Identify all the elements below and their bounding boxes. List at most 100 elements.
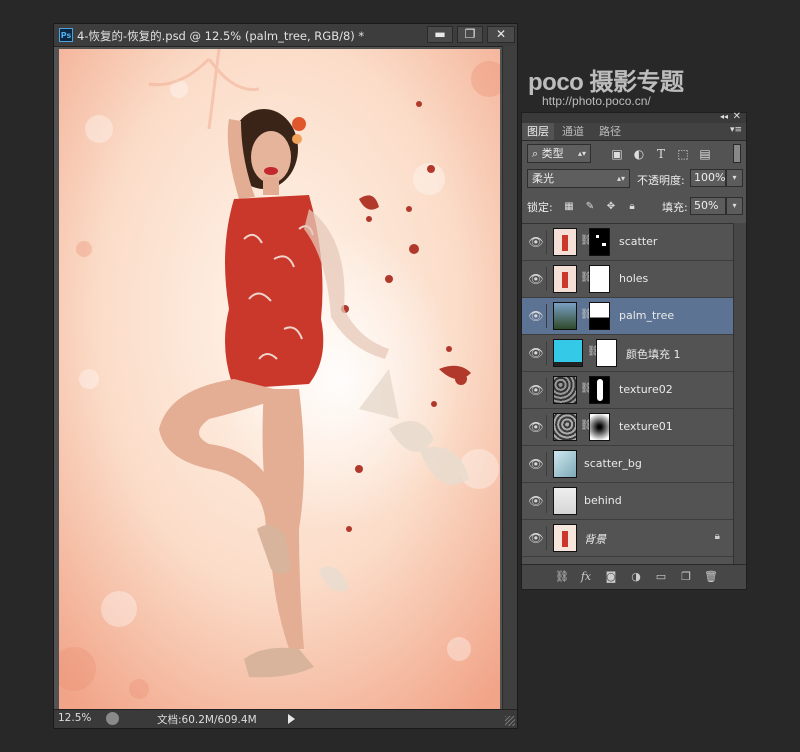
document-size-readout: 文档:60.2M/609.4M <box>157 714 257 726</box>
smart-object-filter-icon[interactable]: ▤ <box>698 147 712 161</box>
visibility-eye-icon[interactable]: 👁︎ <box>526 341 547 365</box>
fx-icon[interactable]: fx <box>579 570 593 584</box>
status-menu-arrow-icon[interactable] <box>288 714 295 724</box>
panel-menu-icon[interactable]: ▾≡ <box>730 125 742 135</box>
type-filter-icon[interactable]: T <box>654 147 668 161</box>
visibility-eye-icon[interactable]: 👁︎ <box>526 452 547 476</box>
watermark-logo: poco 摄影专题 <box>528 69 684 96</box>
tab-channels[interactable]: 通道 <box>557 123 589 140</box>
opacity-dropdown-button[interactable]: ▾ <box>726 169 743 187</box>
chain-link-icon[interactable]: ⛓︎ <box>580 309 593 321</box>
panel-tabs: 图层 通道 路径 ▾≡ <box>522 123 746 141</box>
add-mask-icon[interactable]: ◙ <box>604 570 618 584</box>
layer-name[interactable]: palm_tree <box>619 309 674 322</box>
close-button[interactable]: ✕ <box>487 26 515 43</box>
lock-all-icon[interactable]: 🔒︎ <box>626 201 638 213</box>
image-filter-icon[interactable]: ▣ <box>610 147 624 161</box>
adjustment-layer-icon[interactable]: ◑ <box>629 570 643 584</box>
layer-mask-thumbnail[interactable] <box>589 376 610 404</box>
updown-arrows-icon: ▴▾ <box>577 149 586 158</box>
resize-grip-icon[interactable] <box>505 716 515 726</box>
close-panel-icon[interactable]: ✕ <box>733 111 741 122</box>
updown-arrows-icon: ▴▾ <box>616 174 625 183</box>
chain-link-icon[interactable]: ⛓︎ <box>587 346 600 358</box>
visibility-eye-icon[interactable]: 👁︎ <box>526 526 547 550</box>
opacity-label: 不透明度: <box>637 174 685 187</box>
layer-mask-thumbnail[interactable] <box>589 302 610 330</box>
visibility-eye-icon[interactable]: 👁︎ <box>526 489 547 513</box>
filter-kind-label: 类型 <box>541 147 564 160</box>
shape-filter-icon[interactable]: ⬚ <box>676 147 690 161</box>
layer-name[interactable]: behind <box>584 494 622 507</box>
layer-mask-thumbnail[interactable] <box>589 413 610 441</box>
zoom-field[interactable]: 12.5% <box>58 711 98 726</box>
layer-name[interactable]: scatter_bg <box>584 457 642 470</box>
layer-row-scatter[interactable]: 👁︎ ⛓︎ scatter <box>522 224 734 261</box>
canvas-vertical-scrollbar[interactable] <box>502 46 517 711</box>
layer-name[interactable]: texture01 <box>619 420 673 433</box>
chain-link-icon[interactable]: ⛓︎ <box>580 235 593 247</box>
visibility-eye-icon[interactable]: 👁︎ <box>526 230 547 254</box>
visibility-eye-icon[interactable]: 👁︎ <box>526 378 547 402</box>
adjustment-filter-icon[interactable]: ◐ <box>632 147 646 161</box>
layer-row-scatter-bg[interactable]: 👁︎ scatter_bg <box>522 446 734 483</box>
layer-name[interactable]: 颜色填充 1 <box>626 346 681 362</box>
new-layer-icon[interactable]: ❐ <box>679 570 693 584</box>
layers-panel: ◂◂ ✕ 图层 通道 路径 ▾≡ ⌕ 类型 ▴▾ ▣ ◐ T ⬚ ▤ 柔光 ▴▾… <box>521 111 747 590</box>
collapse-panel-icon[interactable]: ◂◂ <box>720 112 728 121</box>
lock-label: 锁定: <box>527 201 553 214</box>
lock-position-icon[interactable]: ✥ <box>605 201 617 213</box>
fill-label: 填充: <box>662 201 688 214</box>
layer-mask-thumbnail[interactable] <box>589 228 610 256</box>
minimize-button[interactable]: ▬ <box>427 26 453 43</box>
trash-icon[interactable]: 🗑︎ <box>704 570 718 584</box>
lock-image-pixels-icon[interactable]: ✎ <box>584 201 596 213</box>
panel-footer: ⛓︎ fx ◙ ◑ ▭ ❐ 🗑︎ <box>522 564 746 589</box>
tab-paths[interactable]: 路径 <box>594 123 626 140</box>
layer-row-holes[interactable]: 👁︎ ⛓︎ holes <box>522 261 734 298</box>
layer-thumbnail <box>553 265 577 293</box>
document-canvas[interactable] <box>59 49 500 711</box>
link-layers-icon[interactable]: ⛓︎ <box>555 570 569 584</box>
blend-mode-dropdown[interactable]: 柔光 ▴▾ <box>527 169 630 188</box>
layer-thumbnail <box>553 376 577 404</box>
filter-toggle-switch[interactable] <box>733 144 741 163</box>
opacity-input[interactable]: 100% <box>690 169 726 187</box>
layer-row-texture01[interactable]: 👁︎ ⛓︎ texture01 <box>522 409 734 446</box>
visibility-eye-icon[interactable]: 👁︎ <box>526 267 547 291</box>
maximize-button[interactable]: ❐ <box>457 26 483 43</box>
fill-dropdown-button[interactable]: ▾ <box>726 197 743 215</box>
layer-row-texture02[interactable]: 👁︎ ⛓︎ texture02 <box>522 372 734 409</box>
layer-row-background[interactable]: 👁︎ 背景 🔒︎ <box>522 520 734 557</box>
layer-row-behind[interactable]: 👁︎ behind <box>522 483 734 520</box>
layers-scrollbar[interactable] <box>733 223 746 564</box>
new-group-icon[interactable]: ▭ <box>654 570 668 584</box>
visibility-eye-icon[interactable]: 👁︎ <box>526 304 547 328</box>
chain-link-icon[interactable]: ⛓︎ <box>580 272 593 284</box>
visibility-eye-icon[interactable]: 👁︎ <box>526 415 547 439</box>
chain-link-icon[interactable]: ⛓︎ <box>580 383 593 395</box>
document-titlebar[interactable]: Ps 4-恢复的-恢复的.psd @ 12.5% (palm_tree, RGB… <box>54 24 517 47</box>
layer-name[interactable]: holes <box>619 272 648 285</box>
panel-header-bar[interactable]: ◂◂ ✕ <box>522 111 746 123</box>
chain-link-icon[interactable]: ⛓︎ <box>580 420 593 432</box>
lock-transparent-pixels-icon[interactable]: ▦ <box>563 201 575 213</box>
status-info-icon[interactable] <box>106 712 119 725</box>
layer-row-color-fill[interactable]: 👁︎ ⛓︎ 颜色填充 1 <box>522 335 734 372</box>
layer-name[interactable]: 背景 <box>584 531 606 547</box>
layer-row-palm-tree[interactable]: 👁︎ ⛓︎ palm_tree <box>522 298 734 335</box>
layer-thumbnail <box>553 413 577 441</box>
document-title: 4-恢复的-恢复的.psd @ 12.5% (palm_tree, RGB/8)… <box>77 29 365 43</box>
layer-name[interactable]: texture02 <box>619 383 673 396</box>
layer-filter-dropdown[interactable]: ⌕ 类型 ▴▾ <box>527 144 591 163</box>
layer-mask-thumbnail[interactable] <box>596 339 617 367</box>
layer-mask-thumbnail[interactable] <box>589 265 610 293</box>
layer-name[interactable]: scatter <box>619 235 657 248</box>
tab-layers[interactable]: 图层 <box>522 123 554 140</box>
document-window: Ps 4-恢复的-恢复的.psd @ 12.5% (palm_tree, RGB… <box>53 23 518 729</box>
search-icon: ⌕ <box>532 147 539 160</box>
photoshop-logo-icon: Ps <box>59 28 73 42</box>
fill-input[interactable]: 50% <box>690 197 726 215</box>
layer-thumbnail <box>553 524 577 552</box>
layer-thumbnail <box>553 228 577 256</box>
